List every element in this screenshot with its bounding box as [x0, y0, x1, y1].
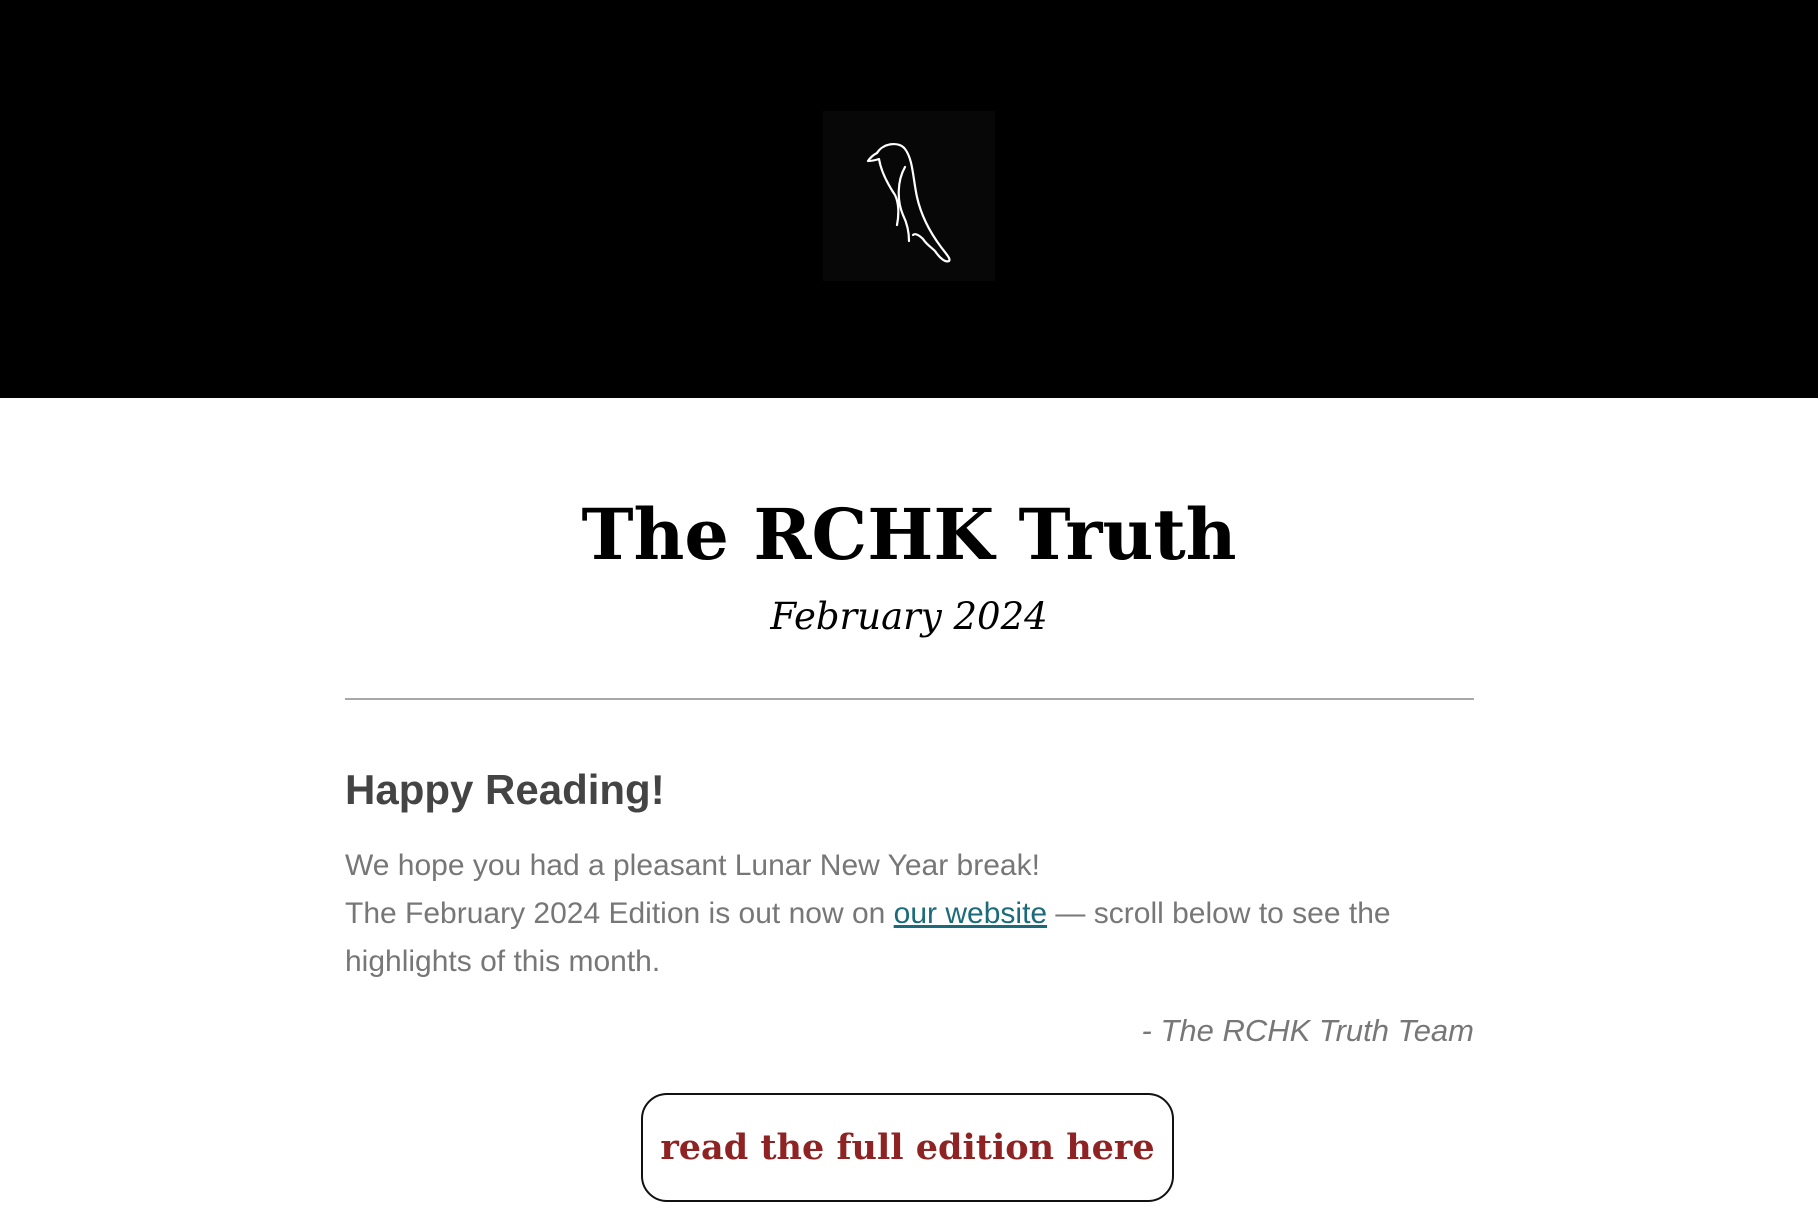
website-link[interactable]: our website	[894, 897, 1047, 930]
divider	[345, 698, 1474, 700]
read-full-edition-button[interactable]: read the full edition here	[641, 1093, 1174, 1202]
logo	[823, 111, 995, 281]
intro-line-1: We hope you had a pleasant Lunar New Yea…	[345, 849, 1040, 882]
edition-date: February 2024	[770, 595, 1048, 638]
page-title: The RCHK Truth	[581, 493, 1237, 576]
signoff: - The RCHK Truth Team	[1141, 1013, 1474, 1048]
header-banner	[0, 0, 1818, 398]
intro-line-2-start: The February 2024 Edition is out now on	[345, 897, 894, 930]
intro-paragraph: We hope you had a pleasant Lunar New Yea…	[345, 842, 1474, 986]
intro-heading: Happy Reading!	[345, 766, 665, 813]
bird-outline-icon	[866, 143, 951, 263]
